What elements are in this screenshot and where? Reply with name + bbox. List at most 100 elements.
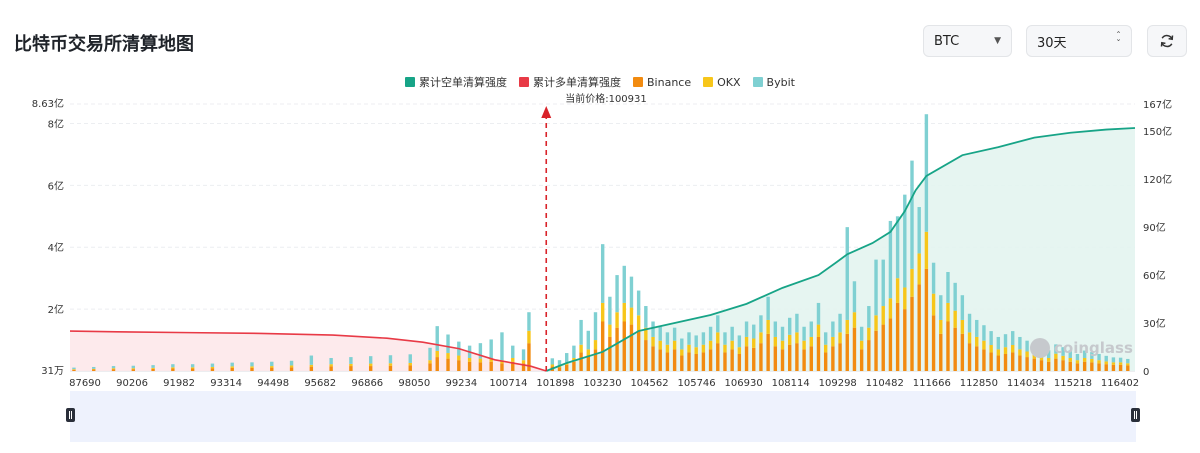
bar-okx [960, 319, 965, 334]
bar-binance [329, 366, 333, 371]
bar-bybit [615, 275, 619, 313]
bar-okx [651, 336, 655, 347]
bar-okx [996, 349, 1001, 356]
bar-binance [716, 343, 720, 371]
bar-bybit [838, 313, 842, 333]
bar-okx [1104, 361, 1108, 365]
bar-okx [171, 367, 175, 369]
bar-okx [716, 332, 720, 344]
bar-okx [1090, 358, 1094, 363]
x-tick-label: 108114 [772, 378, 810, 389]
bar-binance [1111, 364, 1116, 371]
bar-bybit [550, 358, 555, 365]
bar-bybit [708, 326, 713, 341]
bar-okx [737, 347, 742, 354]
bar-bybit [723, 332, 727, 345]
bar-binance [565, 364, 569, 371]
bar-okx [802, 340, 806, 350]
bar-bybit [593, 312, 598, 341]
bar-binance [975, 346, 979, 371]
bar-bybit [946, 271, 950, 303]
bar-bybit [527, 312, 531, 331]
bar-bybit [190, 364, 195, 368]
bar-binance [309, 366, 314, 371]
bar-binance [701, 352, 706, 371]
bar-binance [924, 268, 929, 371]
bar-binance [723, 352, 727, 371]
bar-binance [1068, 361, 1072, 371]
bar-binance [687, 352, 691, 371]
bar-bybit [329, 358, 333, 365]
bar-binance [1011, 352, 1015, 371]
bar-binance [557, 367, 562, 371]
bar-bybit [644, 306, 648, 328]
bar-binance [694, 353, 698, 371]
bar-okx [780, 340, 785, 350]
bar-okx [550, 364, 555, 367]
bar-binance [250, 367, 254, 371]
bar-bybit [960, 295, 965, 320]
bar-okx [917, 253, 921, 285]
x-tick-label: 101898 [536, 378, 574, 389]
bar-binance [766, 333, 770, 371]
x-tick-label: 95682 [304, 378, 336, 389]
bar-binance [680, 355, 684, 371]
y-right-tick-label: 0 [1143, 367, 1149, 378]
bar-bybit [250, 362, 254, 367]
bar-bybit [1018, 336, 1022, 350]
bar-bybit [996, 336, 1001, 350]
bar-okx [888, 298, 893, 319]
bar-binance [435, 357, 439, 371]
bar-okx [859, 340, 864, 350]
bar-okx [1025, 351, 1029, 358]
bar-binance [809, 346, 813, 371]
bar-binance [996, 355, 1001, 371]
navigator-left-handle[interactable] [66, 408, 75, 422]
bar-binance [737, 353, 742, 371]
bar-binance [600, 321, 605, 371]
y-left-tick-label: 8亿 [48, 117, 64, 130]
bar-okx [467, 358, 472, 362]
range-navigator[interactable] [70, 391, 1136, 442]
bar-binance [428, 363, 432, 371]
bar-okx [1111, 362, 1116, 365]
bar-binance [946, 321, 950, 371]
bar-bybit [489, 339, 493, 359]
bar-binance [1061, 360, 1065, 371]
bar-okx [1126, 363, 1130, 366]
bar-okx [773, 336, 778, 347]
liquidation-chart: 8.63亿 2亿 4亿 6亿 8亿 31万 0 30亿 60亿 90亿 120亿 150亿 167亿 87… [32, 97, 1172, 389]
bar-binance [759, 343, 763, 371]
bar-bybit [795, 313, 799, 333]
bar-bybit [816, 302, 821, 325]
bar-okx [1011, 345, 1015, 353]
x-tick-label: 91982 [163, 378, 195, 389]
bar-bybit [975, 319, 979, 337]
bar-bybit [780, 326, 785, 341]
bar-okx [600, 302, 605, 322]
bar-okx [895, 278, 900, 303]
navigator-right-handle[interactable] [1131, 408, 1140, 422]
bar-bybit [1011, 331, 1015, 346]
bar-okx [924, 231, 929, 269]
bar-bybit [823, 332, 828, 345]
bar-okx [190, 367, 195, 369]
bar-bybit [511, 345, 515, 359]
bar-okx [1003, 347, 1008, 354]
bar-binance [586, 355, 590, 371]
bar-binance [1118, 364, 1123, 371]
bar-okx [665, 344, 670, 353]
bar-bybit [579, 319, 583, 345]
bar-binance [72, 369, 76, 371]
long-cum-area [70, 331, 547, 371]
bar-bybit [687, 332, 691, 345]
x-tick-label: 115218 [1054, 378, 1092, 389]
bar-binance [467, 361, 472, 371]
bar-bybit [967, 313, 972, 333]
x-tick-label: 90206 [116, 378, 148, 389]
bar-binance [874, 330, 878, 371]
bar-bybit [629, 276, 634, 308]
bar-binance [895, 302, 900, 371]
bar-okx [752, 338, 756, 348]
bar-bybit [672, 327, 677, 341]
